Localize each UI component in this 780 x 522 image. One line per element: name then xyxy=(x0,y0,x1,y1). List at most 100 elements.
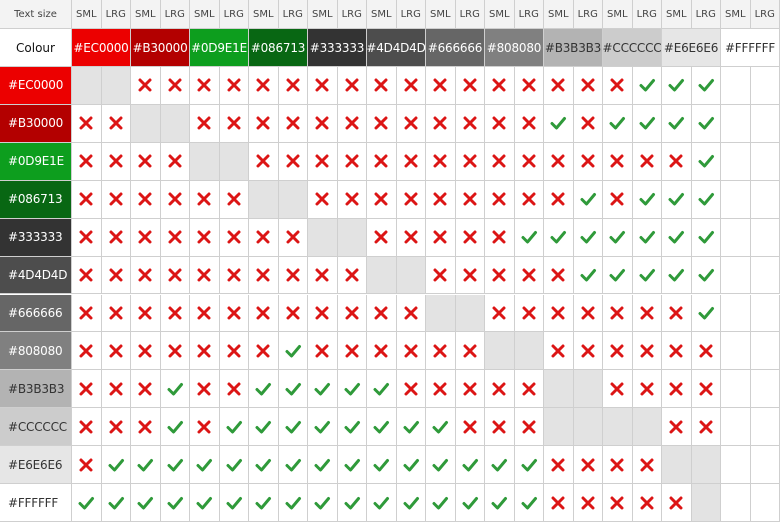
cross-icon xyxy=(168,78,182,92)
pass-cell xyxy=(101,446,131,485)
check-icon xyxy=(255,458,272,472)
pass-cell xyxy=(426,446,456,485)
cross-icon xyxy=(463,268,477,282)
cross-icon xyxy=(669,306,683,320)
cross-icon xyxy=(699,420,713,434)
fail-cell xyxy=(544,446,574,485)
check-icon xyxy=(373,496,390,510)
fail-cell xyxy=(662,142,692,181)
cross-icon xyxy=(197,344,211,358)
pass-cell xyxy=(278,332,308,371)
fail-cell xyxy=(249,104,279,143)
cross-icon xyxy=(138,420,152,434)
pass-cell xyxy=(632,218,662,257)
fail-cell xyxy=(367,294,397,333)
check-icon xyxy=(255,496,272,510)
fail-cell xyxy=(249,218,279,257)
same-colour-cell xyxy=(662,446,692,485)
fail-cell xyxy=(72,446,102,485)
fail-cell xyxy=(750,180,780,219)
pass-cell xyxy=(662,218,692,257)
column-colour-808080: #808080 xyxy=(485,29,544,67)
pass-cell xyxy=(367,484,397,522)
pass-cell xyxy=(249,484,279,522)
check-icon xyxy=(698,79,714,92)
pass-cell xyxy=(603,104,633,143)
pass-cell xyxy=(396,446,426,485)
check-icon xyxy=(639,269,655,282)
cross-icon xyxy=(109,230,123,244)
pass-cell xyxy=(691,104,721,143)
cross-icon xyxy=(551,306,565,320)
check-icon xyxy=(285,382,301,396)
pass-cell xyxy=(632,67,662,105)
fail-cell xyxy=(544,484,574,522)
fail-cell xyxy=(455,142,485,181)
check-icon xyxy=(668,193,685,206)
fail-cell xyxy=(337,332,367,371)
check-icon xyxy=(344,458,360,472)
check-icon xyxy=(580,193,596,206)
cross-icon xyxy=(374,78,388,92)
cross-icon xyxy=(256,78,270,92)
pass-cell xyxy=(426,484,456,522)
fail-cell xyxy=(721,180,751,219)
colour-header: Colour xyxy=(0,29,72,67)
cross-icon xyxy=(79,382,93,396)
fail-cell xyxy=(603,370,633,409)
cross-icon xyxy=(374,230,388,244)
check-icon xyxy=(373,458,390,472)
check-icon xyxy=(698,193,714,206)
cross-icon xyxy=(669,382,683,396)
cross-icon xyxy=(522,420,536,434)
pass-cell xyxy=(632,104,662,143)
cross-icon xyxy=(197,192,211,206)
check-icon xyxy=(668,269,685,282)
fail-cell xyxy=(278,67,308,105)
cross-icon xyxy=(492,230,506,244)
fail-cell xyxy=(396,370,426,409)
check-icon xyxy=(639,79,655,92)
fail-cell xyxy=(219,218,249,257)
fail-cell xyxy=(750,484,780,522)
cross-icon xyxy=(640,496,654,510)
check-icon xyxy=(108,496,124,510)
cross-icon xyxy=(79,116,93,130)
cross-icon xyxy=(286,154,300,168)
check-icon xyxy=(344,382,360,396)
pass-cell xyxy=(485,484,515,522)
row-colour-b30000: #B30000 xyxy=(0,104,72,143)
check-icon xyxy=(580,231,596,244)
cross-icon xyxy=(610,496,624,510)
fail-cell xyxy=(485,180,515,219)
cross-icon xyxy=(404,382,418,396)
check-icon xyxy=(196,496,213,510)
same-colour-cell xyxy=(573,408,603,447)
fail-cell xyxy=(573,104,603,143)
fail-cell xyxy=(396,142,426,181)
fail-cell xyxy=(426,256,456,295)
fail-cell xyxy=(101,294,131,333)
pass-cell xyxy=(603,218,633,257)
cross-icon xyxy=(197,306,211,320)
pass-cell xyxy=(72,484,102,522)
same-colour-cell xyxy=(160,104,190,143)
fail-cell xyxy=(455,104,485,143)
cross-icon xyxy=(138,344,152,358)
fail-cell xyxy=(603,446,633,485)
size-header-sml: SML xyxy=(662,0,692,29)
fail-cell xyxy=(721,142,751,181)
pass-cell xyxy=(691,142,721,181)
cross-icon xyxy=(315,116,329,130)
fail-cell xyxy=(721,484,751,522)
check-icon xyxy=(668,117,685,130)
row-colour-333333: #333333 xyxy=(0,218,72,257)
fail-cell xyxy=(544,256,574,295)
check-icon xyxy=(403,496,419,510)
fail-cell xyxy=(308,332,338,371)
cross-icon xyxy=(522,116,536,130)
fail-cell xyxy=(721,408,751,447)
check-icon xyxy=(285,496,301,510)
cross-icon xyxy=(551,344,565,358)
pass-cell xyxy=(337,370,367,409)
